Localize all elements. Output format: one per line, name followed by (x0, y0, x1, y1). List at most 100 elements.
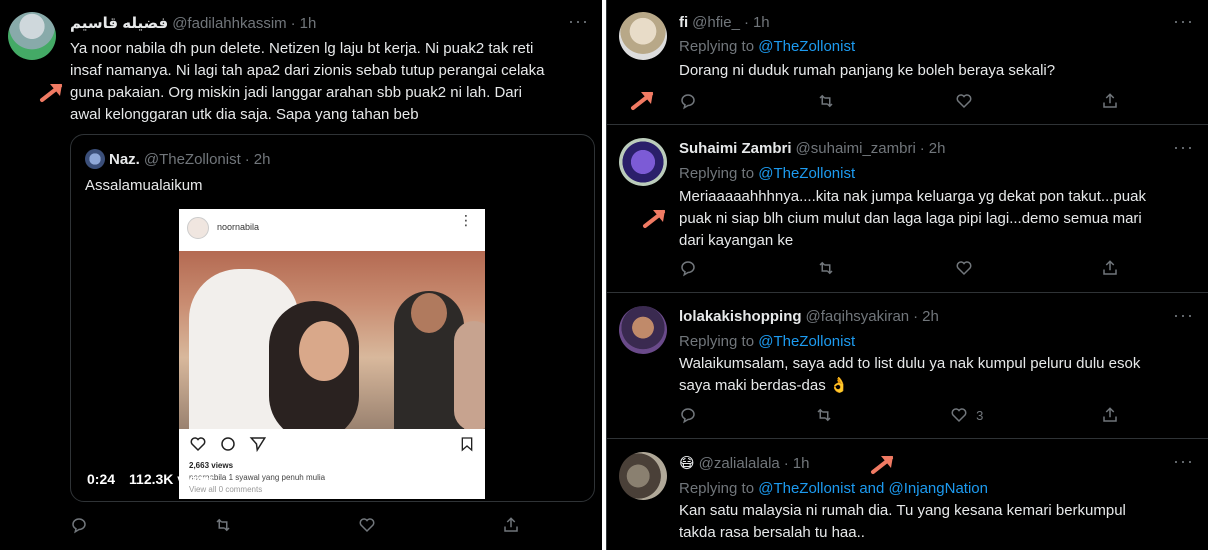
author-handle[interactable]: @faqihsyakiran (806, 308, 910, 325)
ig-heart-icon (190, 437, 206, 452)
retweet-button[interactable] (214, 516, 232, 534)
tweet-time[interactable]: 1h (753, 14, 770, 31)
heart-icon (951, 408, 967, 423)
reply-button[interactable] (679, 92, 697, 110)
share-icon (1103, 93, 1117, 108)
author-handle[interactable]: @fadilahhkassim (172, 15, 286, 32)
author-name[interactable]: فضيله قاسيم (70, 14, 168, 32)
ig-share-icon (249, 437, 267, 453)
avatar[interactable] (619, 306, 667, 354)
tweet-text: Meriaaaaahhhnya....kita nak jumpa keluar… (679, 188, 1146, 249)
tweet-text: Walaikumsalam, saya add to list dulu ya … (679, 355, 1141, 394)
author-name[interactable]: fi (679, 14, 688, 31)
quote-time: 2h (253, 150, 271, 168)
ig-username: noornabila (217, 222, 260, 232)
tweet-text: Dorang ni duduk rumah panjang ke boleh b… (679, 62, 1056, 79)
tweet-actions (679, 92, 1119, 110)
more-options-icon[interactable]: ··· (568, 12, 589, 30)
retweet-icon (819, 261, 833, 275)
reply-icon (681, 261, 695, 277)
tweet-separator (607, 292, 1208, 293)
reply-button[interactable] (70, 516, 88, 534)
figure-man-face (411, 293, 447, 333)
replying-to: Replying to @TheZollonist (679, 165, 856, 182)
video-frame[interactable] (179, 251, 485, 429)
reply-thread-panel: fi @hfie_ · 1h ··· Replying to @TheZollo… (606, 0, 1208, 550)
ig-avatar (187, 217, 209, 239)
ig-bookmark-icon (461, 437, 473, 452)
annotation-arrow-icon (40, 84, 62, 102)
replying-to: Replying to @TheZollonist and @InjangNat… (679, 480, 988, 497)
heart-icon (359, 518, 375, 533)
annotation-arrow-icon (643, 210, 665, 228)
mention-link[interactable]: @TheZollonist and @InjangNation (758, 480, 988, 497)
tweet-actions (70, 516, 520, 534)
author-handle[interactable]: @suhaimi_zambri (796, 140, 916, 157)
mention-link[interactable]: @TheZollonist (758, 165, 855, 182)
quote-text: Assalamualaikum (85, 177, 203, 194)
quote-avatar (85, 149, 105, 169)
quote-author-name[interactable]: Naz. (109, 151, 140, 168)
video-meta: 0:24 112.3K views (87, 471, 215, 487)
share-button[interactable] (502, 516, 520, 534)
heart-icon (956, 261, 972, 276)
retweet-icon (216, 518, 230, 532)
share-icon (1103, 260, 1117, 275)
left-tweet-panel: فضيله قاسيم @fadilahhkassim · 1h ··· Ya … (0, 0, 602, 550)
tweet-time[interactable]: 2h (929, 140, 946, 157)
tweet-time[interactable]: 1h (300, 15, 317, 32)
mention-link[interactable]: @TheZollonist (758, 38, 855, 55)
reply-icon (72, 518, 86, 534)
like-button[interactable] (955, 92, 981, 110)
mention-link[interactable]: @TheZollonist (758, 333, 855, 350)
like-button[interactable]: 3 (950, 406, 983, 424)
share-button[interactable] (1101, 406, 1119, 424)
author-name[interactable]: Suhaimi Zambri (679, 140, 792, 157)
author-name[interactable]: lolakakishopping (679, 308, 802, 325)
author-name[interactable]: 😷 (679, 454, 695, 472)
heart-icon (956, 94, 972, 109)
more-options-icon[interactable]: ··· (1173, 138, 1194, 156)
retweet-button[interactable] (817, 259, 835, 277)
more-options-icon[interactable]: ··· (1173, 12, 1194, 30)
quote-author-handle[interactable]: @TheZollonist (144, 151, 241, 168)
reply-button[interactable] (679, 406, 697, 424)
author-handle[interactable]: @zalialalala (699, 455, 780, 472)
tweet-text: Kan satu malaysia ni rumah dia. Tu yang … (679, 502, 1126, 541)
figure-right (454, 321, 485, 429)
reply-icon (681, 94, 695, 110)
replying-to: Replying to @TheZollonist (679, 333, 856, 350)
video-views: 112.3K views (129, 471, 216, 487)
share-button[interactable] (1101, 92, 1119, 110)
share-icon (1103, 407, 1117, 422)
annotation-arrow-icon (871, 456, 893, 474)
avatar[interactable] (619, 138, 667, 186)
more-options-icon[interactable]: ··· (1173, 452, 1194, 470)
tweet-actions: 3 (679, 406, 1119, 424)
avatar[interactable] (619, 452, 667, 500)
quoted-tweet[interactable]: Naz. @TheZollonist · 2h Assalamualaikum … (70, 134, 595, 502)
ig-views: 2,663 views (189, 461, 234, 470)
reply-button[interactable] (679, 259, 697, 277)
tweet-text: Ya noor nabila dh pun delete. Netizen lg… (70, 40, 545, 123)
tweet-separator (607, 438, 1208, 439)
author-handle[interactable]: @hfie_ (692, 14, 740, 31)
retweet-icon (819, 94, 833, 108)
video-duration: 0:24 (87, 471, 116, 487)
retweet-icon (817, 408, 831, 422)
retweet-button[interactable] (817, 92, 835, 110)
avatar[interactable] (619, 12, 667, 60)
tweet-time[interactable]: 2h (922, 308, 939, 325)
share-button[interactable] (1101, 259, 1119, 277)
like-button[interactable] (358, 516, 376, 534)
ig-comment-icon (221, 437, 235, 451)
like-button[interactable] (955, 259, 981, 277)
retweet-button[interactable] (815, 406, 833, 424)
instagram-screenshot: noornabila ⋮ 2,663 views noornabila 1 sy… (179, 209, 485, 499)
replying-to: Replying to @TheZollonist (679, 38, 856, 55)
share-icon (504, 517, 518, 532)
more-options-icon[interactable]: ··· (1173, 306, 1194, 324)
tweet-time[interactable]: 1h (793, 455, 810, 472)
reply-icon (681, 408, 695, 424)
avatar[interactable] (8, 12, 56, 60)
